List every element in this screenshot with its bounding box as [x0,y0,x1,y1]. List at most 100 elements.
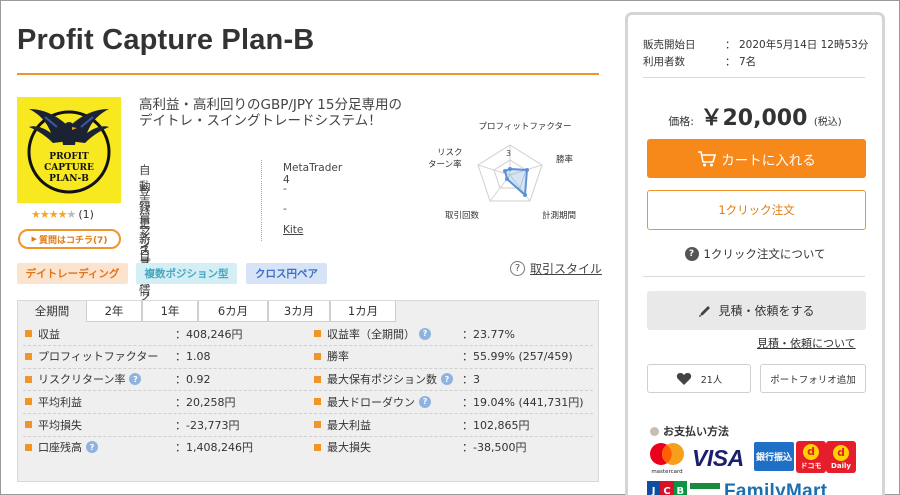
info-value: MetaTrader 4 [283,162,343,186]
stat-label: プロフィットファクター [25,346,158,367]
star-filled-icon: ★★★★ [31,208,67,221]
svg-text:PLAN-B: PLAN-B [49,174,89,184]
help-icon[interactable]: ? [441,373,453,386]
trade-style-label: 取引スタイル [530,262,603,276]
stat-label: 最大ドローダウン? [314,391,431,412]
cart-icon [698,150,717,166]
stat-value: ：20,258円 [175,395,236,409]
price-tax: (税込) [813,117,842,128]
mastercard-logo-icon: mastercard [650,443,684,475]
stat-label: 最大損失 [314,437,371,458]
visa-logo: VISA [692,445,744,471]
radar-point [505,177,509,181]
svg-text:CAPTURE: CAPTURE [44,163,94,173]
radar-point [503,169,507,173]
stats-row: プロフィットファクター ：1.08 勝率 ：55.99% (257/459) [18,346,598,369]
add-to-cart-button[interactable]: カートに入れる [647,139,866,178]
price: 価格: ￥20,000 (税込) [628,100,882,132]
trade-style-link[interactable]: ? 取引スタイル [510,260,602,277]
stats-row: 口座残高? ：1,408,246円 最大損失 ：-38,500円 [18,437,598,460]
question-circle-icon: ? [684,247,699,261]
tab-3m[interactable]: 3カ月 [268,301,330,322]
stat-label: 口座残高? [25,437,98,458]
stat-value: ：-23,773円 [175,418,240,432]
question-button-label: 質問はコチラ(7) [38,235,108,246]
radar-label-trades: 取引回数 [445,210,480,221]
stat-value: ：102,865円 [462,418,530,432]
price-label: 価格: [668,115,694,128]
purchase-sidebar: 販売開始日 ： 2020年5月14日 12時53分 利用者数 ： 7名 価格: … [625,12,885,495]
radar-label-risk-1: リスク [437,148,463,158]
rating-count: (1) [78,208,94,221]
tag-cross-yen[interactable]: クロス円ペア [246,263,327,284]
title-divider [17,73,599,75]
radar-point [523,193,527,197]
favorite-count: 21人 [700,374,723,386]
tab-1m[interactable]: 1カ月 [330,301,396,322]
stat-label: 収益 [25,323,60,344]
tab-all[interactable]: 全期間 [18,301,86,322]
svg-text:PROFIT: PROFIT [49,152,89,162]
price-value: ￥20,000 [700,106,808,131]
radar-label-pf: プロフィットファクター [479,122,572,132]
about-quote-link[interactable]: 見積・依頼について [757,335,856,351]
stat-value: ：1,408,246円 [175,441,253,455]
product-headline: 高利益・高利回りのGBP/JPY 15分足専用のデイトレ・スイングトレードシステ… [139,97,402,129]
stat-label: 平均損失 [25,414,82,435]
d-icon: d [833,444,849,461]
eagle-logo-icon: PROFIT CAPTURE PLAN-B [17,97,121,203]
d-icon: d [803,443,819,460]
radar-label-winrate: 勝率 [556,154,574,165]
tab-6m[interactable]: 6カ月 [198,301,268,322]
radar-point [525,168,529,172]
stat-label: リスクリターン率? [25,369,142,390]
help-icon[interactable]: ? [419,327,431,340]
product-logo[interactable]: PROFIT CAPTURE PLAN-B [17,97,121,203]
question-circle-icon: ? [510,261,525,276]
stat-value: ：23.77% [462,327,515,341]
rating-stars[interactable]: ★★★★★ (1) [31,208,94,221]
info-value: - [283,182,287,195]
tag-daytrading[interactable]: デイトレーディング [17,263,128,284]
radar-chart: 3 プロフィットファクター 勝率 計測期間 取引回数 リスク ターン率 [428,122,576,221]
sale-start-value: 2020年5月14日 12時53分 [739,39,869,51]
star-empty-icon: ★ [66,208,76,221]
stat-label: 勝率 [314,346,349,367]
quote-request-button[interactable]: 見積・依頼をする [647,291,866,330]
radar-data-shape [503,167,529,198]
jcb-logo: J C B [647,481,687,495]
stats-row: 平均損失 ：-23,773円 最大利益 ：102,865円 [18,414,598,437]
help-icon[interactable]: ? [129,373,142,386]
pen-icon [699,305,711,317]
stat-label: 収益率（全期間）? [314,323,431,344]
stat-value: ：1.08 [175,350,211,364]
tab-2y[interactable]: 2年 [86,301,142,322]
bank-transfer-logo: 銀行振込 [754,442,794,471]
stats-table: 収益 ：408,246円 収益率（全期間）? ：23.77% プロフィットファク… [18,323,598,460]
stat-value: ：3 [462,373,480,387]
stat-value: ：0.92 [175,373,211,387]
question-button[interactable]: ▶ 質問はコチラ(7) [18,229,121,249]
profile-link[interactable]: Kite [283,224,303,236]
stat-value: ：19.04% (441,731円) [462,395,584,409]
help-icon[interactable]: ? [86,441,98,454]
tag-multi-position[interactable]: 複数ポジション型 [136,263,237,284]
stat-label: 最大保有ポジション数? [314,369,453,390]
stats-panel: 全期間 2年 1年 6カ月 3カ月 1カ月 収益 ：408,246円 収益率（全… [17,300,599,482]
stat-label: 最大利益 [314,414,371,435]
one-click-order-button[interactable]: 1クリック注文 [647,190,866,230]
radar-label-period: 計測期間 [542,210,576,221]
favorite-button[interactable]: 21人 [647,364,751,393]
users-value: 7名 [739,56,757,68]
radar-center-value: 3 [506,149,511,158]
sale-start-label: 販売開始日 [643,39,696,51]
about-one-click-link[interactable]: ? 1クリック注文について [628,246,882,262]
add-portfolio-button[interactable]: ポートフォリオ追加 [760,364,866,393]
svg-text:mastercard: mastercard [651,469,682,475]
stats-row: リスクリターン率? ：0.92 最大保有ポジション数? ：3 [18,369,598,392]
stats-row: 平均利益 ：20,258円 最大ドローダウン? ：19.04% (441,731… [18,391,598,415]
info-value: - [283,203,287,215]
page-title: Profit Capture Plan-B [17,24,315,56]
tab-1y[interactable]: 1年 [142,301,198,322]
help-icon[interactable]: ? [419,395,431,408]
